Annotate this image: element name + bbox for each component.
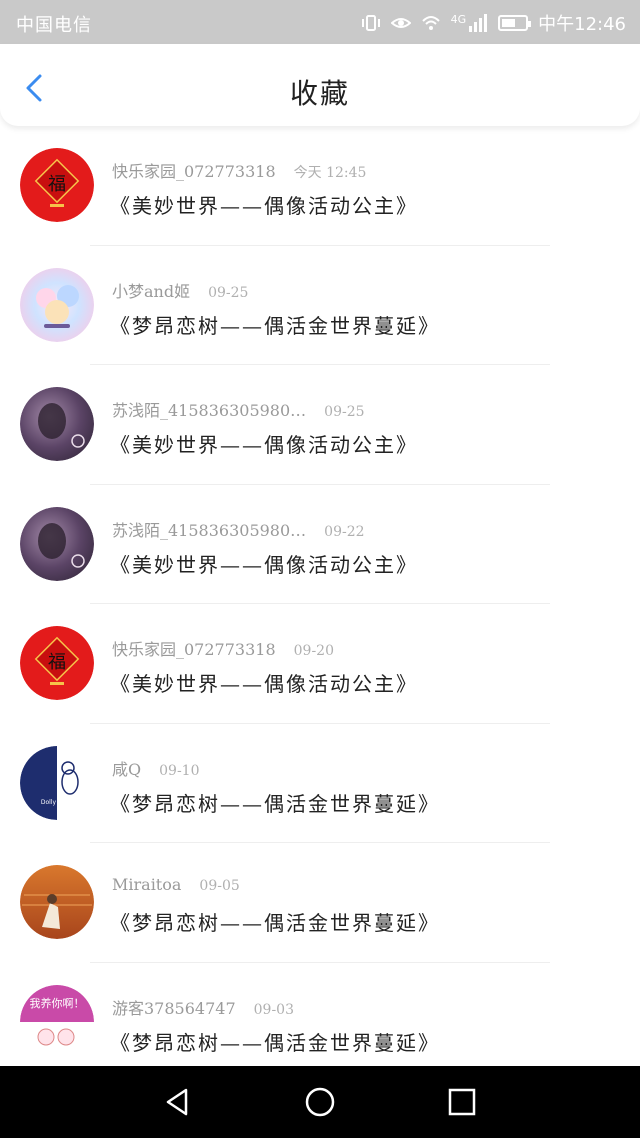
status-icons: 4G 中午12:46 xyxy=(361,10,626,36)
item-date: 今天 12:45 xyxy=(293,165,367,181)
list-item[interactable]: 苏浅陌_415836305980… 09-22 《美妙世界——偶像活动公主》 xyxy=(0,485,640,604)
item-date: 09-25 xyxy=(324,404,365,420)
avatar[interactable] xyxy=(20,506,94,581)
square-recents-icon xyxy=(448,1088,476,1116)
user-name: 快乐家园_072773318 xyxy=(112,640,276,659)
item-meta: 游客378564747 09-03 xyxy=(112,995,294,1019)
item-meta: Miraitoa 09-05 xyxy=(112,875,240,894)
item-meta: 快乐家园_072773318 09-20 xyxy=(112,636,334,660)
item-title: 《梦昂恋树——偶活金世界蔓延》 xyxy=(110,911,440,935)
list-item[interactable]: 我养你啊！ 游客378564747 09-03 《梦昂恋树——偶活金世界蔓延》 xyxy=(0,963,640,1067)
list-item[interactable]: Dolly Duck 咸Q 09-10 《梦昂恋树——偶活金世界蔓延》 xyxy=(0,724,640,843)
svg-text:Dolly Duck: Dolly Duck xyxy=(41,799,74,806)
item-meta: 小梦and姬 09-25 xyxy=(112,278,248,302)
user-name: 游客378564747 xyxy=(112,998,236,1018)
avatar[interactable] xyxy=(20,865,94,939)
item-date: 09-05 xyxy=(199,878,240,894)
header: 收藏 xyxy=(0,44,640,126)
svg-text:福: 福 xyxy=(48,652,66,673)
item-date: 09-03 xyxy=(253,1001,294,1018)
item-date: 09-25 xyxy=(208,284,249,301)
navigation-bar xyxy=(0,1066,640,1138)
item-meta: 苏浅陌_415836305980… 09-22 xyxy=(112,517,365,541)
avatar[interactable]: 我养你啊！ xyxy=(20,984,94,1059)
list-item[interactable]: 苏浅陌_415836305980… 09-25 《美妙世界——偶像活动公主》 xyxy=(0,365,640,485)
list-item[interactable]: 福 快乐家园_072773318 今天 12:45 《美妙世界——偶像活动公主》 xyxy=(0,126,640,246)
user-name: 快乐家园_072773318 xyxy=(112,162,276,181)
svg-text:我养你啊！: 我养你啊！ xyxy=(30,996,85,1010)
item-title: 《美妙世界——偶像活动公主》 xyxy=(110,672,418,696)
user-name: 苏浅陌_415836305980… xyxy=(112,520,307,540)
item-meta: 快乐家园_072773318 今天 12:45 xyxy=(112,158,366,182)
avatar[interactable]: Dolly Duck xyxy=(20,745,94,820)
item-meta: 苏浅陌_415836305980… 09-25 xyxy=(112,397,365,421)
home-nav-button[interactable] xyxy=(302,1084,338,1120)
avatar[interactable] xyxy=(20,267,94,342)
user-name: 咸Q xyxy=(112,759,142,779)
avatar[interactable]: 福 xyxy=(20,626,94,700)
vibrate-icon xyxy=(361,13,381,33)
svg-text:福: 福 xyxy=(48,174,66,195)
item-meta: 咸Q 09-10 xyxy=(112,756,199,780)
carrier-label: 中国电信 xyxy=(16,15,92,36)
item-date: 09-22 xyxy=(324,523,365,540)
item-date: 09-20 xyxy=(293,643,334,659)
triangle-back-icon xyxy=(166,1088,188,1116)
wifi-icon xyxy=(421,13,441,33)
avatar[interactable]: 福 xyxy=(20,148,94,222)
status-bar: 中国电信 4G 中午12:46 xyxy=(0,0,640,44)
item-title: 《美妙世界——偶像活动公主》 xyxy=(110,433,418,457)
back-nav-button[interactable] xyxy=(160,1084,196,1120)
signal-icon xyxy=(468,13,488,33)
list-item[interactable]: Miraitoa 09-05 《梦昂恋树——偶活金世界蔓延》 xyxy=(0,843,640,963)
user-name: 苏浅陌_415836305980… xyxy=(112,401,307,420)
list-item[interactable]: 福 快乐家园_072773318 09-20 《美妙世界——偶像活动公主》 xyxy=(0,604,640,724)
eye-icon xyxy=(390,13,412,33)
item-title: 《梦昂恋树——偶活金世界蔓延》 xyxy=(110,313,440,338)
list-item[interactable]: 小梦and姬 09-25 《梦昂恋树——偶活金世界蔓延》 xyxy=(0,246,640,365)
network-type-label: 4G xyxy=(450,12,467,26)
circle-home-icon xyxy=(305,1087,335,1117)
clock-label: 中午12:46 xyxy=(538,14,626,35)
user-name: Miraitoa xyxy=(112,875,182,894)
item-date: 09-10 xyxy=(159,762,200,779)
page-title: 收藏 xyxy=(289,77,350,110)
avatar[interactable] xyxy=(20,387,94,461)
item-title: 《美妙世界——偶像活动公主》 xyxy=(110,552,418,577)
favorites-list: 福快乐家园_072773318 今天 12:45 《美妙世界——偶像活动公主》 小梦a… xyxy=(0,126,640,1066)
user-name: 小梦and姬 xyxy=(112,281,191,301)
battery-icon xyxy=(498,15,532,31)
item-title: 《美妙世界——偶像活动公主》 xyxy=(110,194,418,218)
item-title: 《梦昂恋树——偶活金世界蔓延》 xyxy=(110,1030,440,1055)
item-title: 《梦昂恋树——偶活金世界蔓延》 xyxy=(110,791,440,816)
recents-nav-button[interactable] xyxy=(444,1084,480,1120)
